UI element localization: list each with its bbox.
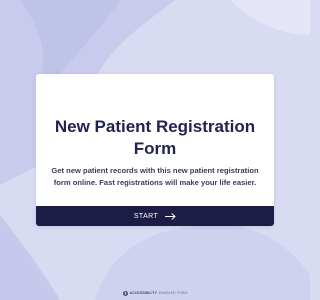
form-welcome-card: New Patient Registration Form Get new pa… [36,74,274,226]
start-button-label: START [133,212,159,220]
accessibility-badge[interactable]: ACCESSIBILITY ENABLED FORM [0,290,310,296]
form-title: New Patient Registration Form [54,117,256,158]
accessibility-badge-rest: ENABLED FORM [159,291,188,295]
arrow-right-icon [165,212,176,220]
start-button[interactable]: START [36,206,274,226]
form-description: Get new patient records with this new pa… [51,166,259,187]
accessibility-icon [122,290,128,296]
accessibility-badge-strong: ACCESSIBILITY [129,291,157,295]
